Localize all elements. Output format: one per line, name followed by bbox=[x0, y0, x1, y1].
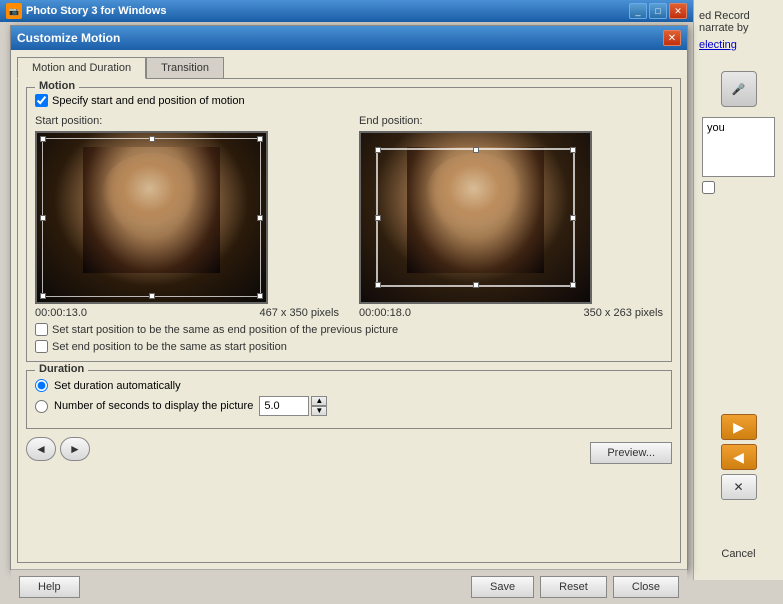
same-as-start-checkbox[interactable] bbox=[35, 340, 48, 353]
end-position-section: End position: bbox=[359, 115, 663, 319]
prev-button[interactable]: ◄ bbox=[26, 437, 56, 461]
duration-fieldset: Duration Set duration automatically Numb… bbox=[26, 370, 672, 429]
seconds-label: Number of seconds to display the picture bbox=[54, 400, 253, 412]
images-row: Start position: bbox=[35, 115, 663, 319]
auto-duration-row: Set duration automatically bbox=[35, 379, 663, 392]
manual-duration-row: Number of seconds to display the picture… bbox=[35, 396, 663, 416]
bg-text-1: ed Record bbox=[699, 10, 778, 22]
next-button[interactable]: ► bbox=[60, 437, 90, 461]
preview-button[interactable]: Preview... bbox=[590, 442, 672, 464]
nav-row: ◄ ► bbox=[26, 437, 90, 461]
tab-content-motion: Motion Specify start and end position of… bbox=[17, 78, 681, 563]
microphone-button[interactable]: 🎤 bbox=[721, 71, 757, 107]
reset-button[interactable]: Reset bbox=[540, 576, 607, 598]
spinner-down-button[interactable]: ▼ bbox=[311, 406, 327, 416]
auto-duration-label: Set duration automatically bbox=[54, 380, 181, 392]
end-handle-br[interactable] bbox=[570, 282, 576, 288]
app-titlebar: 📷 Photo Story 3 for Windows _ □ ✕ bbox=[0, 0, 693, 22]
spinner-buttons: ▲ ▼ bbox=[311, 396, 327, 416]
start-position-section: Start position: bbox=[35, 115, 339, 319]
dialog-close-button[interactable]: ✕ bbox=[663, 30, 681, 46]
manual-duration-radio[interactable] bbox=[35, 400, 48, 413]
spinner-up-button[interactable]: ▲ bbox=[311, 396, 327, 406]
end-handle-tr[interactable] bbox=[570, 147, 576, 153]
dialog-footer: Help Save Reset Close bbox=[11, 569, 687, 604]
start-photo bbox=[37, 133, 266, 302]
app-icon: 📷 bbox=[6, 3, 22, 19]
end-time: 00:00:18.0 bbox=[359, 307, 411, 319]
checkbox1-row: Set start position to be the same as end… bbox=[35, 323, 663, 336]
checkbox2-row: Set end position to be the same as start… bbox=[35, 340, 663, 353]
start-time: 00:00:13.0 bbox=[35, 307, 87, 319]
maximize-button[interactable]: □ bbox=[649, 3, 667, 19]
end-handle-bc[interactable] bbox=[473, 282, 479, 288]
save-button[interactable]: Save bbox=[471, 576, 534, 598]
footer-right-buttons: Save Reset Close bbox=[471, 576, 679, 598]
bg-textarea[interactable]: you bbox=[702, 117, 775, 177]
end-handle-ml[interactable] bbox=[375, 215, 381, 221]
app-title: Photo Story 3 for Windows bbox=[26, 5, 166, 17]
tab-transition[interactable]: Transition bbox=[146, 57, 224, 79]
app-close-button[interactable]: ✕ bbox=[669, 3, 687, 19]
end-pixels: 350 x 263 pixels bbox=[584, 307, 664, 319]
bg-x-button[interactable]: ✕ bbox=[721, 474, 757, 500]
dialog-title: Customize Motion bbox=[17, 31, 120, 45]
specify-motion-checkbox[interactable] bbox=[35, 94, 48, 107]
motion-legend: Motion bbox=[35, 80, 79, 92]
end-image-info: 00:00:18.0 350 x 263 pixels bbox=[359, 307, 663, 319]
end-handle-mr[interactable] bbox=[570, 215, 576, 221]
end-selection-overlay bbox=[376, 148, 575, 287]
specify-motion-row: Specify start and end position of motion bbox=[35, 94, 663, 107]
dialog-titlebar: Customize Motion ✕ bbox=[11, 26, 687, 50]
specify-motion-label: Specify start and end position of motion bbox=[52, 95, 245, 107]
duration-legend: Duration bbox=[35, 363, 88, 375]
cancel-label: Cancel bbox=[721, 548, 755, 560]
tabs-container: Motion and Duration Transition bbox=[17, 56, 681, 78]
background-panel: ed Record narrate by electing 🎤 you ▶ ◀ … bbox=[693, 0, 783, 580]
auto-duration-radio[interactable] bbox=[35, 379, 48, 392]
start-label: Start position: bbox=[35, 115, 339, 127]
dialog-body: Motion and Duration Transition Motion Sp… bbox=[11, 50, 687, 569]
end-handle-bl[interactable] bbox=[375, 282, 381, 288]
seconds-spinner: ▲ ▼ bbox=[259, 396, 327, 416]
bg-text-2: narrate by bbox=[699, 22, 778, 34]
minimize-button[interactable]: _ bbox=[629, 3, 647, 19]
motion-fieldset: Motion Specify start and end position of… bbox=[26, 87, 672, 362]
seconds-input[interactable] bbox=[259, 396, 309, 416]
tab-motion[interactable]: Motion and Duration bbox=[17, 57, 146, 79]
bg-next-button[interactable]: ▶ bbox=[721, 414, 757, 440]
bg-back-button[interactable]: ◀ bbox=[721, 444, 757, 470]
help-button[interactable]: Help bbox=[19, 576, 80, 598]
end-label: End position: bbox=[359, 115, 663, 127]
close-button[interactable]: Close bbox=[613, 576, 679, 598]
bg-link[interactable]: electing bbox=[699, 39, 778, 51]
start-image-container[interactable] bbox=[35, 131, 268, 304]
start-image-info: 00:00:13.0 467 x 350 pixels bbox=[35, 307, 339, 319]
end-image-container[interactable] bbox=[359, 131, 592, 304]
same-as-end-prev-checkbox[interactable] bbox=[35, 323, 48, 336]
end-handle-tl[interactable] bbox=[375, 147, 381, 153]
bg-checkbox[interactable] bbox=[702, 181, 715, 194]
end-handle-tc[interactable] bbox=[473, 147, 479, 153]
start-pixels: 467 x 350 pixels bbox=[260, 307, 340, 319]
same-as-start-label: Set end position to be the same as start… bbox=[52, 341, 287, 353]
same-as-end-prev-label: Set start position to be the same as end… bbox=[52, 324, 398, 336]
customize-motion-dialog: Customize Motion ✕ Motion and Duration T… bbox=[10, 25, 688, 570]
